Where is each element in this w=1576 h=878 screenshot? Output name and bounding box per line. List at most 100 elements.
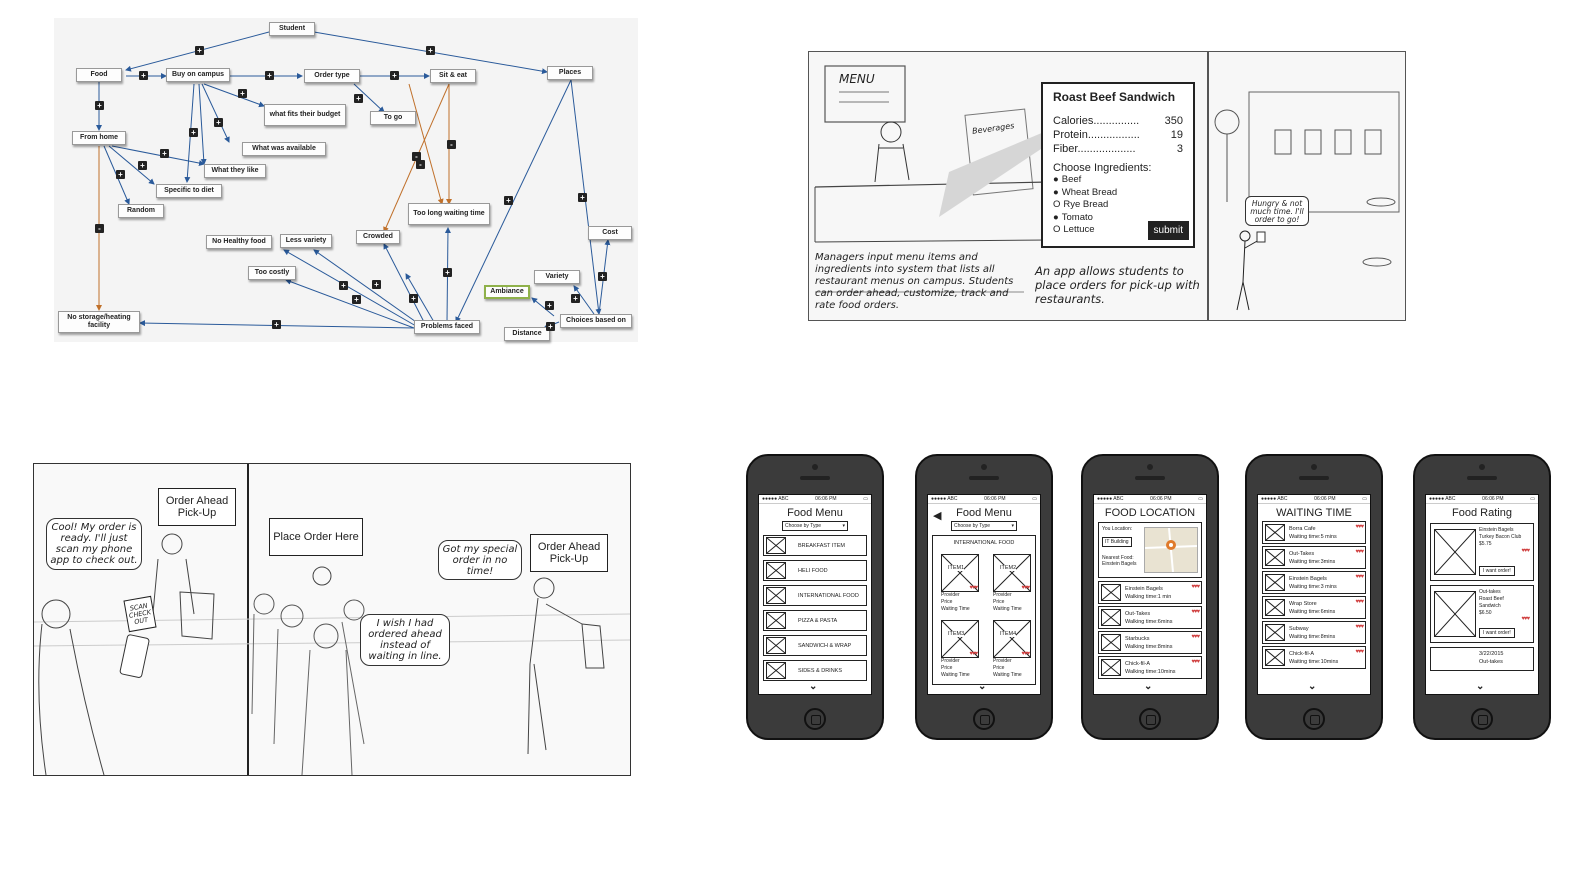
restaurant-row[interactable]: Borra Cafe Waiting time:5 mins ♥♥♥	[1262, 521, 1366, 544]
chevron-down-icon[interactable]: ⌄	[1476, 681, 1484, 692]
home-button[interactable]	[1471, 708, 1493, 730]
chevron-down-icon[interactable]: ⌄	[978, 681, 986, 692]
image-placeholder-icon	[1265, 624, 1285, 641]
food-item-tile[interactable]: ITEM3 ♥♥♥ Provider Price Waiting Time	[941, 620, 981, 679]
node-ambiance[interactable]: Ambiance	[484, 285, 530, 299]
image-placeholder-icon	[1101, 634, 1121, 651]
restaurant-name: Wrap Store	[1289, 600, 1317, 607]
image-placeholder-icon: ITEM1 ♥♥♥	[941, 554, 979, 592]
minus-marker: -	[95, 224, 104, 233]
restaurant-row[interactable]: Out-Takes Walking time:6mins ♥♥♥	[1098, 606, 1202, 629]
map-thumbnail[interactable]	[1144, 527, 1198, 573]
category-row[interactable]: BREAKFAST ITEM	[763, 535, 867, 556]
back-arrow-icon[interactable]: ◀	[933, 509, 941, 522]
chevron-down-icon[interactable]: ⌄	[1308, 681, 1316, 692]
node-choices[interactable]: Choices based on	[560, 314, 632, 328]
ingredient-option[interactable]: O Rye Bread	[1053, 199, 1183, 212]
node-no-storage[interactable]: No storage/heating facility	[58, 311, 140, 333]
restaurant-detail: Waiting time:8mins	[1289, 633, 1336, 640]
type-dropdown[interactable]: Choose by Type ▾	[951, 521, 1017, 531]
image-placeholder-icon	[766, 537, 786, 554]
status-bar: ●●●●● ABC 06:06 PM ▭	[928, 495, 1040, 504]
nutrition-value: 350	[1164, 115, 1183, 127]
ingredient-option[interactable]: ● Beef	[1053, 174, 1183, 187]
rating-card-partial[interactable]: 3/22/2015 Out-takes	[1430, 647, 1534, 671]
battery-icon: ▭	[863, 496, 868, 502]
restaurant-row[interactable]: Out-Takes Waiting time:3mins ♥♥♥	[1262, 546, 1366, 569]
home-button[interactable]	[973, 708, 995, 730]
restaurant-row[interactable]: Chick-fil-A Walking time:10mins ♥♥♥	[1098, 656, 1202, 679]
node-order-type[interactable]: Order type	[304, 69, 360, 83]
restaurant-row[interactable]: Einstein Bagels Waiting time:3 mins ♥♥♥	[1262, 571, 1366, 594]
restaurant-row[interactable]: Starbucks Walking time:8mins ♥♥♥	[1098, 631, 1202, 654]
node-places[interactable]: Places	[547, 66, 593, 80]
node-from-home[interactable]: From home	[72, 131, 126, 145]
radio-icon: O	[1053, 224, 1061, 235]
home-button[interactable]	[804, 708, 826, 730]
item-name: ITEM1	[948, 565, 965, 571]
order-button[interactable]: I want order!	[1479, 566, 1515, 576]
battery-icon: ▭	[1032, 496, 1037, 502]
restaurant-name: Chick-fil-A	[1125, 660, 1151, 667]
phone-screen: ●●●●● ABC 06:06 PM ▭ FOOD LOCATION You Loc…	[1093, 494, 1207, 695]
node-student[interactable]: Student	[269, 22, 315, 36]
node-cost[interactable]: Cost	[588, 226, 632, 240]
node-what-available[interactable]: What was available	[242, 142, 326, 156]
plus-marker: +	[95, 101, 104, 110]
rating-line: Roast Beef	[1479, 596, 1504, 602]
node-crowded[interactable]: Crowded	[356, 230, 400, 244]
restaurant-row[interactable]: Subway Waiting time:8mins ♥♥♥	[1262, 621, 1366, 644]
node-distance[interactable]: Distance	[504, 327, 550, 341]
plus-marker: +	[138, 161, 147, 170]
hearts-rating: ♥♥♥	[1355, 524, 1364, 530]
home-button[interactable]	[1139, 708, 1161, 730]
submit-button[interactable]: submit	[1147, 221, 1189, 240]
node-specific-diet[interactable]: Specific to diet	[156, 184, 222, 198]
radio-icon: O	[1053, 199, 1061, 210]
restaurant-row[interactable]: Einstein Bagels Walking time:1 min ♥♥♥	[1098, 581, 1202, 604]
category-row[interactable]: SIDES & DRINKS	[763, 660, 867, 681]
node-to-go[interactable]: To go	[370, 111, 416, 125]
plus-marker: +	[214, 118, 223, 127]
home-button[interactable]	[1303, 708, 1325, 730]
restaurant-row[interactable]: Wrap Store Waiting time:6mins ♥♥♥	[1262, 596, 1366, 619]
camera	[1479, 464, 1485, 470]
order-button[interactable]: I want order!	[1479, 628, 1515, 638]
ingredient-name: Tomato	[1061, 211, 1093, 223]
category-row[interactable]: PIZZA & PASTA	[763, 610, 867, 631]
nutrition-list: Calories............... 350 Protein.......…	[1053, 114, 1183, 156]
node-buy-on-campus[interactable]: Buy on campus	[166, 68, 230, 82]
restaurant-info: Borra Cafe Waiting time:5 mins	[1289, 525, 1355, 541]
speaker	[1299, 476, 1329, 480]
category-row[interactable]: SANDWICH & WRAP	[763, 635, 867, 656]
node-fits-budget[interactable]: what fits their budget	[264, 104, 346, 126]
node-variety[interactable]: Variety	[534, 270, 580, 284]
phone-screen: ●●●●● ABC 06:06 PM ▭ ◀ Food Menu Choose by…	[927, 494, 1041, 695]
node-too-long[interactable]: Too long waiting time	[408, 203, 490, 225]
location-field[interactable]: IT Building	[1102, 537, 1132, 547]
node-food[interactable]: Food	[76, 68, 122, 82]
node-problems[interactable]: Problems faced	[414, 320, 480, 334]
node-sit-eat[interactable]: Sit & eat	[430, 69, 476, 83]
plus-marker: +	[426, 46, 435, 55]
node-random[interactable]: Random	[118, 204, 164, 218]
node-no-healthy[interactable]: No Healthy food	[206, 235, 272, 249]
chevron-down-icon[interactable]: ⌄	[809, 681, 817, 692]
restaurant-row[interactable]: Chick-fil-A Waiting time:10mins ♥♥♥	[1262, 646, 1366, 669]
node-too-costly[interactable]: Too costly	[248, 266, 296, 280]
ingredient-option[interactable]: ● Wheat Bread	[1053, 187, 1183, 200]
chevron-down-icon[interactable]: ⌄	[1144, 681, 1152, 692]
type-dropdown[interactable]: Choose by Type ▾	[782, 521, 848, 531]
phone-food-menu: ●●●●● ABC 06:06 PM ▭ Food Menu Choose by T…	[746, 454, 884, 740]
camera	[981, 464, 987, 470]
category-list: BREAKFAST ITEM HELI FOOD INTERNATIONAL FOO…	[759, 535, 871, 681]
category-row[interactable]: HELI FOOD	[763, 560, 867, 581]
category-row[interactable]: INTERNATIONAL FOOD	[763, 585, 867, 606]
food-item-tile[interactable]: ITEM2 ♥♥♥ Provider Price Waiting Time	[993, 554, 1033, 613]
node-what-they-like[interactable]: What they like	[204, 164, 266, 178]
node-less-variety[interactable]: Less variety	[280, 234, 332, 248]
section-title: INTERNATIONAL FOOD	[953, 540, 1015, 546]
restaurant-list: Einstein Bagels Walking time:1 min ♥♥♥ Out-…	[1094, 581, 1206, 679]
food-item-tile[interactable]: ITEM4 ♥♥♥ Provider Price Waiting Time	[993, 620, 1033, 679]
food-item-tile[interactable]: ITEM1 ♥♥♥ Provider Price Waiting Time	[941, 554, 981, 613]
